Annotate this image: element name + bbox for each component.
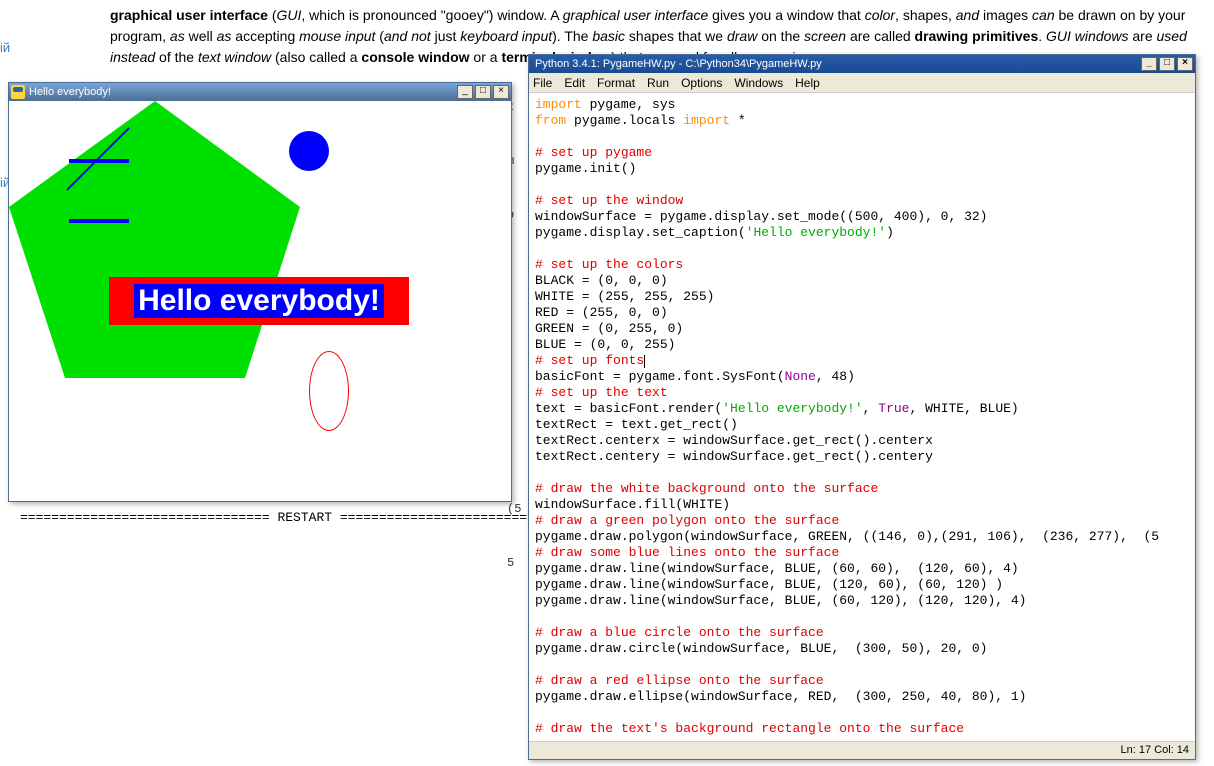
shell-restart-line: ================================ RESTART…	[20, 510, 590, 525]
text-caret	[644, 355, 645, 368]
frag-4: (5	[507, 502, 529, 516]
blue-line-1	[69, 159, 129, 163]
maximize-button[interactable]: □	[475, 85, 491, 99]
red-ellipse	[309, 351, 349, 431]
sidelink-1[interactable]: ій	[0, 40, 30, 55]
minimize-button[interactable]: _	[1141, 57, 1157, 71]
pygame-window-title: Hello everybody!	[29, 86, 457, 98]
idle-status-bar: Ln: 17 Col: 14	[529, 741, 1195, 759]
close-button[interactable]: ×	[493, 85, 509, 99]
blue-circle	[289, 131, 329, 171]
text-rectangle: Hello everybody!	[109, 277, 409, 325]
maximize-button[interactable]: □	[1159, 57, 1175, 71]
idle-editor-window[interactable]: Python 3.4.1: PygameHW.py - C:\Python34\…	[528, 54, 1196, 760]
idle-menubar[interactable]: File Edit Format Run Options Windows Hel…	[529, 73, 1195, 93]
code-editor[interactable]: import pygame, sys from pygame.locals im…	[529, 93, 1195, 741]
hello-text: Hello everybody!	[134, 284, 384, 318]
blue-line-3	[69, 219, 129, 223]
menu-edit[interactable]: Edit	[564, 76, 585, 90]
menu-help[interactable]: Help	[795, 76, 820, 90]
menu-windows[interactable]: Windows	[734, 76, 783, 90]
idle-titlebar[interactable]: Python 3.4.1: PygameHW.py - C:\Python34\…	[529, 55, 1195, 73]
minimize-button[interactable]: _	[457, 85, 473, 99]
idle-window-title: Python 3.4.1: PygameHW.py - C:\Python34\…	[535, 58, 1141, 70]
menu-file[interactable]: File	[533, 76, 552, 90]
menu-run[interactable]: Run	[647, 76, 669, 90]
pygame-output-window[interactable]: Hello everybody! _ □ × Hello everybody!	[8, 82, 512, 502]
close-button[interactable]: ×	[1177, 57, 1193, 71]
frag-5: 5	[507, 556, 529, 570]
pygame-canvas: Hello everybody!	[9, 101, 511, 501]
menu-options[interactable]: Options	[681, 76, 722, 90]
menu-format[interactable]: Format	[597, 76, 635, 90]
pygame-icon	[11, 85, 25, 99]
pygame-titlebar[interactable]: Hello everybody! _ □ ×	[9, 83, 511, 101]
